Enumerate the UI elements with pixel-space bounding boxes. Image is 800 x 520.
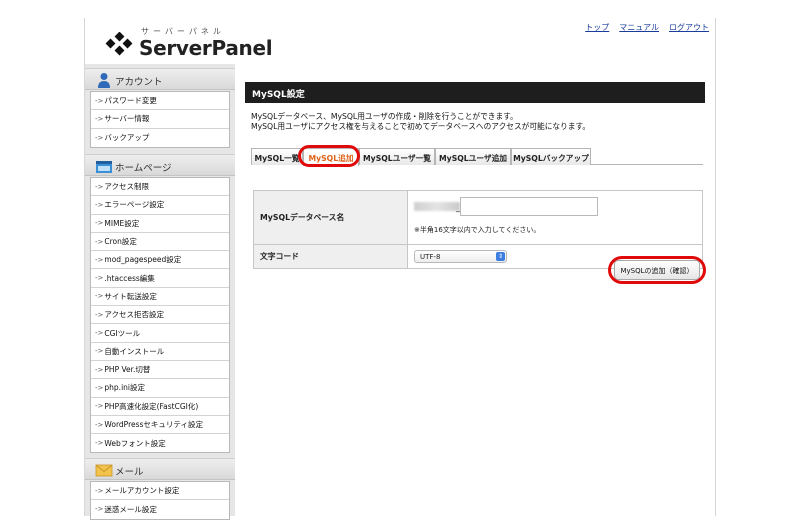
db-name-label: MySQLデータベース名	[254, 191, 408, 244]
sidebar: アカウント -> パスワード変更 -> サーバー情報 -> バックアップ ホームページ…	[85, 64, 235, 520]
sidebar-item-access-deny[interactable]: -> アクセス拒否設定	[91, 306, 229, 325]
updown-chevron-icon: ⇕	[496, 252, 505, 261]
db-prefix-redacted	[414, 202, 460, 211]
manual-link[interactable]: マニュアル	[619, 22, 659, 33]
sidebar-heading-homepage: ホームページ	[85, 154, 235, 176]
sidebar-item-wp-security[interactable]: -> WordPressセキュリティ設定	[91, 416, 229, 435]
highlight-ring-button	[608, 256, 706, 284]
sidebar-item-pagespeed[interactable]: -> mod_pagespeed設定	[91, 251, 229, 270]
homepage-icon	[96, 161, 112, 173]
logo-wordmark: ServerPanel	[139, 36, 273, 60]
tab-mysql-user-add[interactable]: MySQLユーザ追加	[435, 148, 511, 165]
charset-label: 文字コード	[254, 245, 408, 268]
sidebar-list-account: -> パスワード変更 -> サーバー情報 -> バックアップ	[90, 91, 230, 148]
sidebar-item-backup[interactable]: -> バックアップ	[91, 129, 229, 147]
mail-icon	[95, 464, 113, 477]
sidebar-item-cron[interactable]: -> Cron設定	[91, 233, 229, 252]
highlight-ring-tab	[298, 145, 360, 167]
tab-mysql-backup[interactable]: MySQLバックアップ	[511, 148, 591, 165]
top-links: トップ マニュアル ログアウト	[585, 22, 709, 33]
tab-mysql-list[interactable]: MySQL一覧	[251, 148, 303, 165]
logo[interactable]: サーバーパネル ServerPanel	[103, 26, 273, 60]
db-name-note: ※半角16文字以内で入力してください。	[414, 226, 541, 234]
form-row-db-name: MySQLデータベース名 _ ※半角16文字以内で入力してください。	[254, 191, 702, 245]
sidebar-item-htaccess[interactable]: -> .htaccess編集	[91, 269, 229, 288]
top-link[interactable]: トップ	[585, 22, 609, 33]
sidebar-item-auto-install[interactable]: -> 自動インストール	[91, 343, 229, 361]
sidebar-list-mail: -> メールアカウント設定 -> 迷惑メール設定	[90, 481, 230, 520]
sidebar-item-cgi-tools[interactable]: -> CGIツール	[91, 324, 229, 343]
person-icon	[98, 73, 110, 88]
sidebar-item-mime[interactable]: -> MIME設定	[91, 215, 229, 233]
db-name-input[interactable]	[460, 197, 598, 216]
page-title: MySQL設定	[245, 82, 705, 103]
sidebar-list-homepage: -> アクセス制限 -> エラーページ設定 -> MIME設定 -> Cron設定 ->…	[90, 177, 230, 454]
sidebar-item-php-version[interactable]: -> PHP Ver.切替	[91, 361, 229, 380]
sidebar-heading-account: アカウント	[85, 68, 235, 90]
sidebar-item-error-page[interactable]: -> エラーページ設定	[91, 196, 229, 215]
tab-mysql-user-list[interactable]: MySQLユーザ一覧	[359, 148, 435, 165]
sidebar-item-web-font[interactable]: -> Webフォント設定	[91, 434, 229, 452]
page-description: MySQLデータベース、MySQL用ユーザの作成・削除を行うことができます。 M…	[251, 112, 591, 131]
sidebar-item-server-info[interactable]: -> サーバー情報	[91, 110, 229, 129]
sidebar-item-site-redirect[interactable]: -> サイト転送設定	[91, 288, 229, 307]
sidebar-item-mail-account[interactable]: -> メールアカウント設定	[91, 482, 229, 501]
sidebar-item-fastcgi[interactable]: -> PHP高速化設定(FastCGI化)	[91, 398, 229, 416]
logout-link[interactable]: ログアウト	[669, 22, 709, 33]
logo-diamond-icon	[105, 32, 133, 56]
sidebar-heading-mail: メール	[85, 458, 235, 480]
charset-select[interactable]: UTF-8 ⇕	[414, 250, 507, 263]
sidebar-item-php-ini[interactable]: -> php.ini設定	[91, 379, 229, 398]
header: サーバーパネル ServerPanel トップ マニュアル ログアウト	[85, 18, 715, 64]
sidebar-item-password[interactable]: -> パスワード変更	[91, 92, 229, 111]
sidebar-item-access-restriction[interactable]: -> アクセス制限	[91, 178, 229, 197]
